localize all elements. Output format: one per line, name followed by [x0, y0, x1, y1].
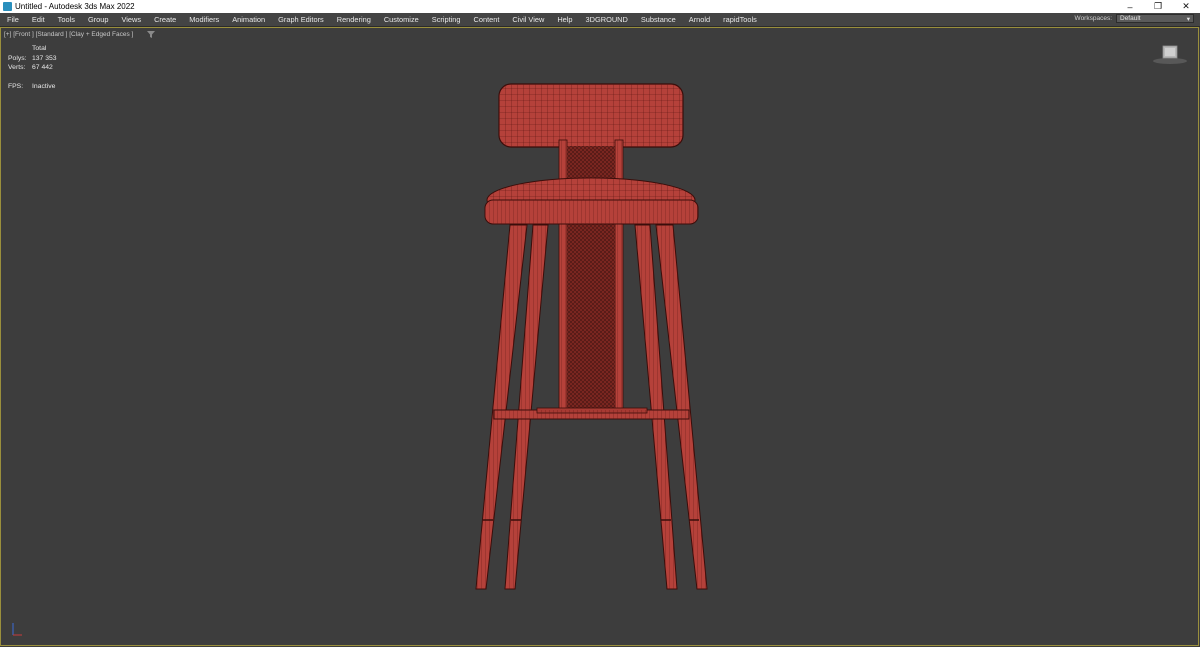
menu-animation[interactable]: Animation	[225, 15, 271, 24]
seat-cushion	[484, 177, 699, 225]
menu-rapidtools[interactable]: rapidTools	[716, 15, 763, 24]
restore-button[interactable]: ❐	[1144, 0, 1172, 13]
menu-help[interactable]: Help	[550, 15, 578, 24]
axis-tripod-icon	[9, 619, 25, 637]
bar-stool-model[interactable]	[1, 28, 1199, 645]
menu-tools[interactable]: Tools	[51, 15, 81, 24]
workspaces-dropdown[interactable]: Default ▾	[1116, 14, 1194, 23]
menu-views[interactable]: Views	[114, 15, 147, 24]
menu-3dground[interactable]: 3DGROUND	[579, 15, 634, 24]
menu-create[interactable]: Create	[147, 15, 182, 24]
minimize-button[interactable]: –	[1116, 0, 1144, 13]
title-bar: Untitled - Autodesk 3ds Max 2022 – ❐ ✕	[0, 0, 1200, 13]
menu-file[interactable]: File	[0, 15, 25, 24]
menu-content[interactable]: Content	[467, 15, 506, 24]
menu-modifiers[interactable]: Modifiers	[182, 15, 225, 24]
footrest	[493, 407, 690, 420]
menu-bar: File Edit Tools Group Views Create Modif…	[0, 13, 1200, 27]
menu-substance[interactable]: Substance	[634, 15, 682, 24]
menu-graph-editors[interactable]: Graph Editors	[271, 15, 330, 24]
workspace-switcher: Workspaces: Default ▾	[1075, 14, 1194, 23]
menu-scripting[interactable]: Scripting	[425, 15, 467, 24]
workspaces-label: Workspaces:	[1074, 15, 1112, 22]
menu-arnold[interactable]: Arnold	[682, 15, 716, 24]
front-viewport[interactable]: [+] [Front ] [Standard ] [Clay + Edged F…	[0, 27, 1199, 646]
backrest	[498, 83, 684, 148]
menu-civil-view[interactable]: Civil View	[505, 15, 550, 24]
chevron-down-icon: ▾	[1186, 15, 1190, 23]
menu-group[interactable]: Group	[81, 15, 115, 24]
window-title: Untitled - Autodesk 3ds Max 2022	[15, 2, 135, 11]
workspaces-value: Default	[1120, 15, 1141, 22]
3dsmax-app-icon	[3, 2, 12, 11]
menu-rendering[interactable]: Rendering	[330, 15, 377, 24]
menu-edit[interactable]: Edit	[25, 15, 51, 24]
close-button[interactable]: ✕	[1172, 0, 1200, 13]
menu-customize[interactable]: Customize	[377, 15, 425, 24]
